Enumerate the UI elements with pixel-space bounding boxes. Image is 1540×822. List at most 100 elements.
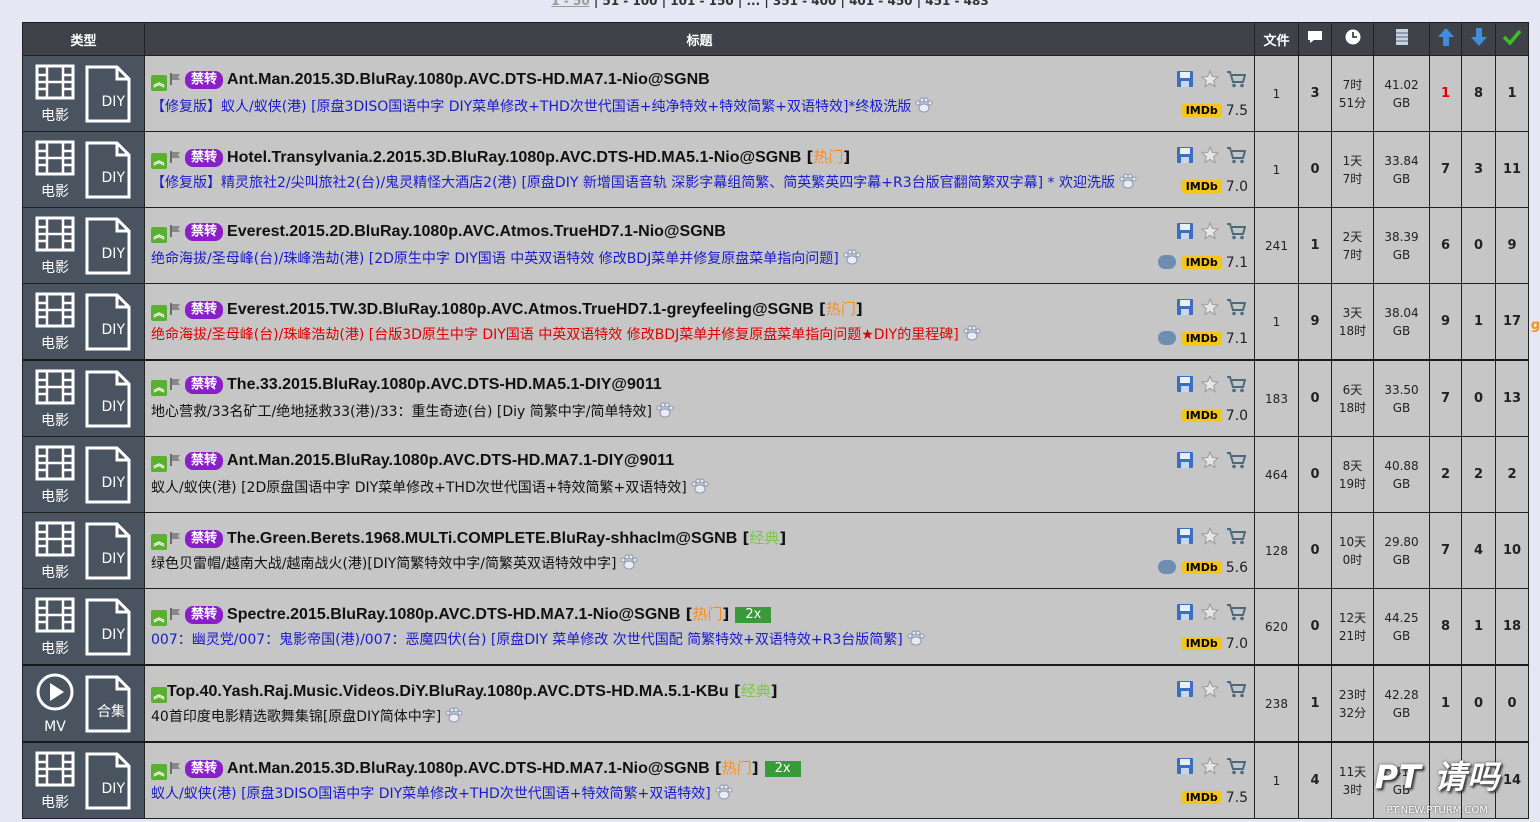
source-link[interactable]: DIY <box>83 597 133 657</box>
seeders-count[interactable]: 6 <box>1429 207 1462 284</box>
header-type[interactable]: 类型 <box>22 22 145 56</box>
cart-icon[interactable] <box>1226 298 1246 316</box>
paw-icon[interactable] <box>656 402 674 418</box>
imdb-icon[interactable]: IMDb <box>1181 332 1222 345</box>
pager-link[interactable]: 401 - 450 <box>849 0 912 8</box>
torrent-name-link[interactable]: Everest.2015.2D.BluRay.1080p.AVC.Atmos.T… <box>227 223 726 240</box>
torrent-name-link[interactable]: Ant.Man.2015.3D.BluRay.1080p.AVC.DTS-HD.… <box>227 71 710 88</box>
cart-icon[interactable] <box>1226 757 1246 775</box>
cart-icon[interactable] <box>1226 375 1246 393</box>
files-count[interactable]: 238 <box>1254 664 1299 743</box>
cart-icon[interactable] <box>1226 70 1246 88</box>
files-count[interactable]: 241 <box>1254 207 1299 284</box>
cart-icon[interactable] <box>1226 146 1246 164</box>
category-link[interactable]: 电影 <box>30 445 80 505</box>
category-link[interactable]: 电影 <box>30 292 80 352</box>
comments-count[interactable]: 3 <box>1298 55 1332 132</box>
files-count[interactable]: 183 <box>1254 359 1299 437</box>
cart-icon[interactable] <box>1226 451 1246 469</box>
douban-icon[interactable] <box>1157 255 1176 269</box>
category-link[interactable]: 电影 <box>30 521 80 581</box>
bookmark-star-icon[interactable] <box>1201 146 1219 164</box>
paw-icon[interactable] <box>445 707 463 723</box>
imdb-icon[interactable]: IMDb <box>1181 637 1222 650</box>
pager-link[interactable]: ... <box>746 0 760 8</box>
seeders-count[interactable]: 7 <box>1429 131 1462 208</box>
torrent-name-link[interactable]: Ant.Man.2015.3D.BluRay.1080p.AVC.DTS-HD.… <box>227 760 710 777</box>
bookmark-star-icon[interactable] <box>1201 451 1219 469</box>
header-comments[interactable] <box>1298 22 1332 56</box>
imdb-icon[interactable]: IMDb <box>1181 180 1222 193</box>
header-title[interactable]: 标题 <box>144 22 1255 56</box>
flag-icon[interactable] <box>169 531 183 545</box>
leechers-count[interactable]: 2 <box>1461 436 1496 513</box>
pager-link[interactable]: 451 - 483 <box>925 0 988 8</box>
leechers-count[interactable]: 1 <box>1461 283 1496 361</box>
leechers-count[interactable]: 4 <box>1461 512 1496 589</box>
download-icon[interactable] <box>1176 680 1194 698</box>
source-link[interactable]: DIY <box>83 751 133 811</box>
torrent-name-link[interactable]: Hotel.Transylvania.2.2015.3D.BluRay.1080… <box>227 149 801 166</box>
files-count[interactable]: 1 <box>1254 131 1299 208</box>
flag-icon[interactable] <box>169 761 183 775</box>
completed-count[interactable]: 14 <box>1495 741 1529 819</box>
pager-link[interactable]: 51 - 100 <box>602 0 657 8</box>
category-link[interactable]: 电影 <box>30 216 80 276</box>
download-icon[interactable] <box>1176 222 1194 240</box>
paw-icon[interactable] <box>620 554 638 570</box>
pager-current[interactable]: 1 - 50 <box>551 0 589 8</box>
imdb-icon[interactable]: IMDb <box>1181 409 1222 422</box>
completed-count[interactable]: 10 <box>1495 512 1529 589</box>
header-leechers[interactable] <box>1461 22 1496 56</box>
source-link[interactable]: 合集 <box>83 674 133 734</box>
source-link[interactable]: DIY <box>83 445 133 505</box>
flag-icon[interactable] <box>169 224 183 238</box>
files-count[interactable]: 620 <box>1254 588 1299 666</box>
paw-icon[interactable] <box>1119 173 1137 189</box>
files-count[interactable]: 464 <box>1254 436 1299 513</box>
bookmark-star-icon[interactable] <box>1201 680 1219 698</box>
torrent-name-link[interactable]: Everest.2015.TW.3D.BluRay.1080p.AVC.Atmo… <box>227 301 814 318</box>
comments-count[interactable]: 9 <box>1298 283 1332 361</box>
category-link[interactable]: 电影 <box>30 369 80 429</box>
download-icon[interactable] <box>1176 527 1194 545</box>
leechers-count[interactable]: 3 <box>1461 131 1496 208</box>
seeders-count[interactable]: 7 <box>1429 359 1462 437</box>
bookmark-star-icon[interactable] <box>1201 527 1219 545</box>
leechers-count[interactable]: 0 <box>1461 207 1496 284</box>
download-icon[interactable] <box>1176 298 1194 316</box>
torrent-name-link[interactable]: Ant.Man.2015.BluRay.1080p.AVC.DTS-HD.MA7… <box>227 452 674 469</box>
paw-icon[interactable] <box>715 784 733 800</box>
download-icon[interactable] <box>1176 603 1194 621</box>
category-link[interactable]: MV <box>30 673 80 735</box>
flag-icon[interactable] <box>169 607 183 621</box>
imdb-icon[interactable]: IMDb <box>1181 791 1222 804</box>
comments-count[interactable]: 0 <box>1298 131 1332 208</box>
douban-icon[interactable] <box>1157 331 1176 345</box>
paw-icon[interactable] <box>963 325 981 341</box>
flag-icon[interactable] <box>169 72 183 86</box>
completed-count[interactable]: 13 <box>1495 359 1529 437</box>
files-count[interactable]: 128 <box>1254 512 1299 589</box>
completed-count[interactable]: 0 <box>1495 664 1529 743</box>
category-link[interactable]: 电影 <box>30 64 80 124</box>
paw-icon[interactable] <box>843 249 861 265</box>
source-link[interactable]: DIY <box>83 64 133 124</box>
torrent-name-link[interactable]: Top.40.Yash.Raj.Music.Videos.DiY.BluRay.… <box>167 683 729 700</box>
bookmark-star-icon[interactable] <box>1201 603 1219 621</box>
download-icon[interactable] <box>1176 146 1194 164</box>
comments-count[interactable]: 0 <box>1298 588 1332 666</box>
leechers-count[interactable]: 8 <box>1461 55 1496 132</box>
cart-icon[interactable] <box>1226 680 1246 698</box>
source-link[interactable]: DIY <box>83 216 133 276</box>
category-link[interactable]: 电影 <box>30 140 80 200</box>
completed-count[interactable]: 17 <box>1495 283 1529 361</box>
completed-count[interactable]: 2 <box>1495 436 1529 513</box>
completed-count[interactable]: 11 <box>1495 131 1529 208</box>
leechers-count[interactable]: 0 <box>1461 664 1496 743</box>
cart-icon[interactable] <box>1226 222 1246 240</box>
seeders-count[interactable]: 2 <box>1429 436 1462 513</box>
bookmark-star-icon[interactable] <box>1201 375 1219 393</box>
header-completed[interactable] <box>1495 22 1529 56</box>
source-link[interactable]: DIY <box>83 369 133 429</box>
